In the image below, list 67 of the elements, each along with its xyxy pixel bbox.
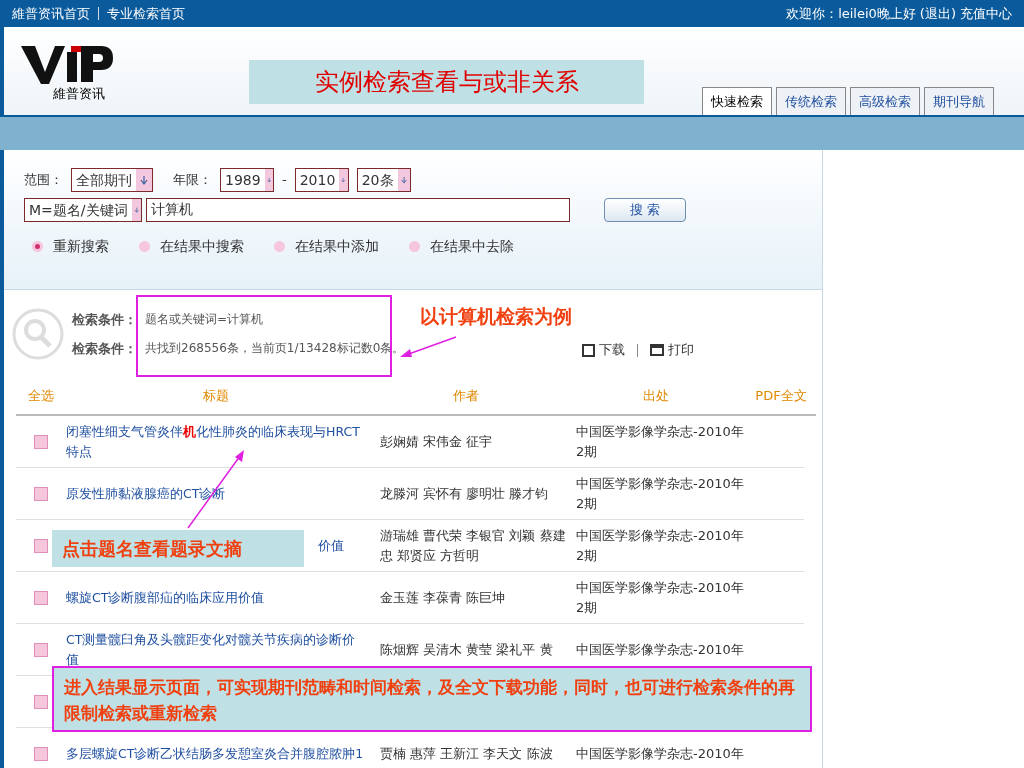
source-text: 中国医学影像学杂志-2010年2期 (575, 474, 745, 513)
print-button[interactable]: 打印 (650, 340, 694, 360)
year-to-select[interactable]: 2010 (294, 168, 349, 192)
search-tab[interactable]: 期刊导航 (924, 87, 994, 115)
column-header: 作者 (452, 387, 480, 406)
row-checkbox[interactable] (34, 746, 48, 761)
source-text: 中国医学影像学杂志-2010年2期 (575, 526, 745, 565)
dash-text: - (282, 171, 287, 190)
magnifier-icon (12, 308, 64, 360)
field-select[interactable]: M=题名/关键词 (24, 198, 142, 222)
article-title-link[interactable]: 螺旋CT诊断腹部疝的临床应用价值 (66, 587, 366, 608)
callout-text: 进入结果显示页面，可实现期刊范畴和时间检索，及全文下载功能，同时，也可进行检索条件的再限制检索或重新检索 (52, 666, 812, 732)
search-mode-option[interactable]: 在结果中添加 (274, 236, 379, 257)
years-label: 年限： (173, 171, 212, 190)
welcome-text: 欢迎你：leilei0晚上好 (786, 4, 916, 23)
condition-label: 检索条件： (72, 310, 137, 329)
logo-text: 維普资讯 (52, 84, 105, 103)
column-header: PDF全文 (754, 387, 808, 406)
column-header: 出处 (642, 387, 670, 406)
scope-select[interactable]: 全部期刊 (71, 168, 153, 192)
article-title-link[interactable]: 原发性肺黏液腺癌的CT诊断 (66, 483, 366, 504)
recharge-link[interactable]: 充值中心 (960, 3, 1012, 24)
column-header: 标题 (202, 387, 230, 406)
row-checkbox[interactable] (34, 538, 48, 553)
logo-icon (20, 43, 113, 84)
author-text: 金玉莲 李葆青 陈巨坤 (379, 588, 507, 607)
source-text: 中国医学影像学杂志-2010年2期 (575, 578, 745, 617)
row-checkbox[interactable] (34, 642, 48, 657)
author-text: 彭娴婧 宋伟金 征宇 (379, 432, 494, 451)
row-checkbox[interactable] (34, 486, 48, 501)
author-text: 游瑞雄 曹代荣 李银官 刘颖 蔡建忠 郑贤应 方哲明 (379, 526, 566, 565)
home-link[interactable]: 維普资讯首页 (12, 3, 90, 24)
source-text: 中国医学影像学杂志-2010年2期 (575, 422, 745, 461)
query-field[interactable]: 计算机 (146, 198, 570, 222)
scope-label: 范围： (24, 171, 63, 190)
row-checkbox[interactable] (34, 590, 48, 605)
pro-search-link[interactable]: 专业检索首页 (107, 3, 185, 24)
condition-value: 共找到268556条，当前页1/13428标记数0条。 (144, 340, 405, 357)
author-text: 陈烟辉 吴清木 黄莹 梁礼平 黄 (379, 640, 554, 659)
slide-title: 实例检索查看与或非关系 (249, 60, 644, 104)
search-mode-option[interactable]: 在结果中搜索 (139, 236, 244, 257)
condition-label: 检索条件： (72, 340, 137, 358)
printer-icon (650, 344, 664, 356)
download-button[interactable]: 下载 (582, 340, 625, 360)
author-text: 龙滕河 宾怀有 廖明壮 滕才钧 (379, 484, 550, 503)
row-checkbox[interactable] (34, 434, 48, 449)
search-tab[interactable]: 传统检索 (776, 87, 846, 115)
article-title-link[interactable]: 闭塞性细支气管炎伴机化性肺炎的临床表现与HRCT特点 (66, 421, 366, 462)
logout-link[interactable]: (退出) (919, 3, 956, 24)
condition-value: 题名或关键词=计算机 (144, 310, 264, 328)
search-mode-option[interactable]: 重新搜索 (32, 236, 109, 257)
search-button[interactable]: 搜 索 (604, 198, 686, 222)
author-text: 贾楠 惠萍 王新江 李天文 陈波 (379, 744, 554, 763)
per-page-select[interactable]: 20条 (356, 168, 411, 192)
year-from-select[interactable]: 1989 (220, 168, 274, 192)
search-mode-option[interactable]: 在结果中去除 (409, 236, 514, 257)
search-tab[interactable]: 高级检索 (850, 87, 920, 115)
article-title-link[interactable]: 价值 (318, 535, 366, 556)
arrow-line (398, 335, 458, 360)
article-title-link[interactable]: 多层螺旋CT诊断乙状结肠多发憩室炎合并腹腔脓肿1 (66, 743, 366, 764)
source-text: 中国医学影像学杂志-2010年 (575, 744, 745, 763)
row-checkbox[interactable] (34, 694, 48, 709)
search-tab[interactable]: 快速检索 (702, 87, 772, 115)
save-icon (582, 343, 595, 357)
callout-text: 以计算机检索为例 (420, 304, 572, 329)
source-text: 中国医学影像学杂志-2010年 (575, 640, 745, 659)
callout-text: 点击题名查看题录文摘 (52, 530, 304, 567)
